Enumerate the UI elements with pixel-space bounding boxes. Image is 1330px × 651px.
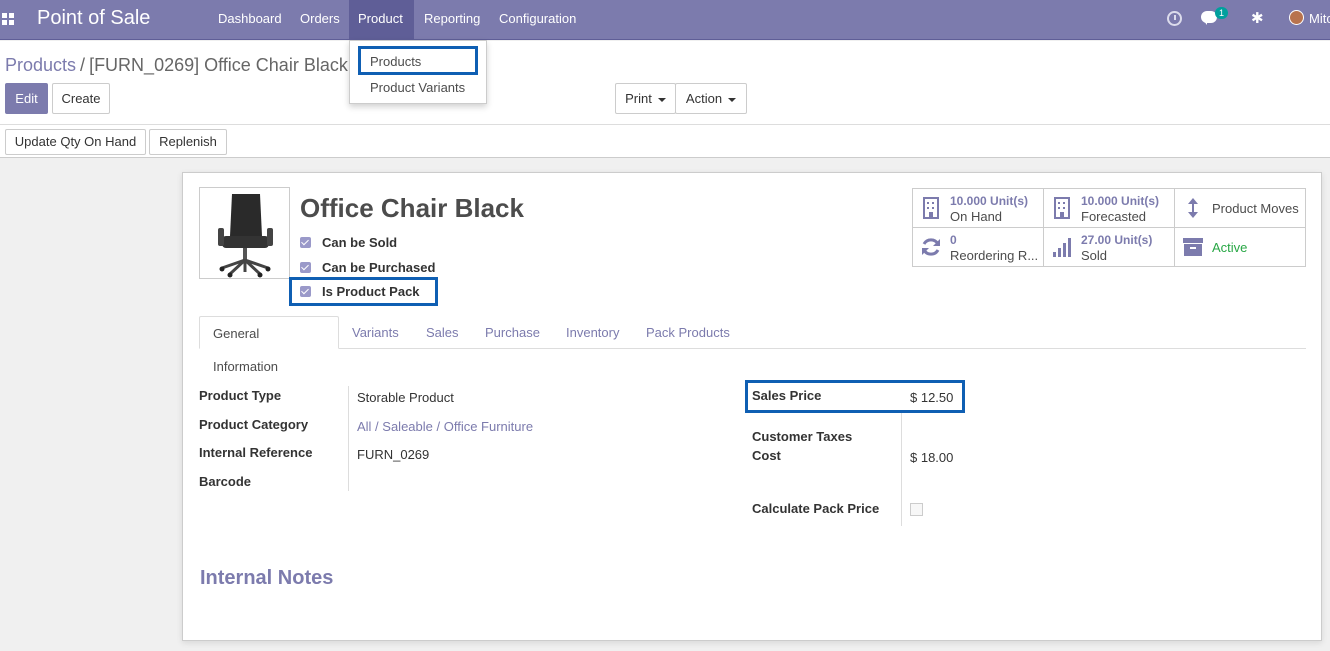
smart-buttons: 10.000 Unit(s) On Hand 10.000 Unit(s) Fo… (912, 188, 1306, 267)
app-title[interactable]: Point of Sale (37, 7, 150, 30)
breadcrumb-products-link[interactable]: Products (5, 55, 76, 75)
sold-button[interactable]: 27.00 Unit(s) Sold (1044, 228, 1175, 267)
can-be-sold-checkbox[interactable]: Can be Sold (300, 235, 397, 250)
tab-variants[interactable]: Variants (339, 316, 412, 349)
checkbox-checked-icon (300, 262, 311, 274)
calculate-pack-price-checkbox[interactable] (910, 503, 923, 516)
highlight-box (745, 380, 965, 413)
tab-purchase[interactable]: Purchase (472, 316, 553, 349)
menu-configuration[interactable]: Configuration (490, 0, 585, 40)
sold-label: Sold (1081, 248, 1108, 263)
caret-down-icon (728, 97, 737, 102)
tab-inventory[interactable]: Inventory (553, 316, 632, 349)
menu-dashboard[interactable]: Dashboard (209, 0, 291, 40)
product-type-label: Product Type (199, 388, 282, 403)
forecasted-label: Forecasted (1081, 209, 1147, 224)
breadcrumb-separator: / (80, 55, 86, 75)
user-avatar[interactable] (1289, 10, 1304, 25)
product-type-value[interactable]: Storable Product (357, 390, 454, 405)
on-hand-value: 10.000 Unit(s) (950, 194, 1029, 208)
refresh-icon (922, 238, 940, 256)
notebook-tabs: General Information Variants Sales Purch… (199, 316, 1306, 374)
print-button[interactable]: Print (615, 83, 676, 114)
tab-sales[interactable]: Sales (413, 316, 472, 349)
internal-reference-value[interactable]: FURN_0269 (357, 447, 429, 462)
product-category-link[interactable]: All / Saleable / Office Furniture (357, 419, 533, 434)
building-icon (1054, 197, 1070, 219)
field-divider (901, 413, 902, 526)
office-chair-image (218, 194, 273, 278)
forecasted-button[interactable]: 10.000 Unit(s) Forecasted (1044, 189, 1175, 228)
form-sheet: Office Chair Black Can be Sold Can be Pu… (182, 172, 1322, 641)
product-name: Office Chair Black (300, 193, 524, 223)
product-moves-label: Product Moves (1212, 201, 1299, 216)
control-panel: Products / [FURN_0269] Office Chair Black … (0, 41, 1330, 158)
cost-label: Cost (752, 448, 781, 463)
can-be-purchased-label: Can be Purchased (322, 260, 436, 275)
sold-value: 27.00 Unit(s) (1081, 233, 1153, 247)
product-moves-button[interactable]: Product Moves (1175, 189, 1306, 228)
action-label: Action (685, 91, 723, 106)
debug-bug-icon[interactable]: ✱ (1251, 9, 1264, 27)
messaging-badge: 1 (1215, 7, 1229, 19)
product-category-label: Product Category (199, 417, 309, 432)
internal-notes-heading: Internal Notes (200, 567, 334, 589)
arrows-vertical-icon (1188, 198, 1198, 218)
can-be-sold-label: Can be Sold (322, 235, 398, 250)
user-name[interactable]: Mitc (1309, 11, 1330, 26)
edit-button[interactable]: Edit (5, 83, 48, 114)
print-label: Print (625, 91, 652, 106)
internal-reference-label: Internal Reference (199, 445, 313, 460)
tab-general-information[interactable]: General Information (199, 316, 339, 374)
menu-orders[interactable]: Orders (291, 0, 349, 40)
action-button[interactable]: Action (675, 83, 747, 114)
top-navbar: Point of Sale Dashboard Orders Product R… (0, 0, 1330, 40)
forecasted-value: 10.000 Unit(s) (1081, 194, 1160, 208)
product-dropdown-menu: Products Product Variants (349, 40, 487, 104)
reordering-label: Reordering R... (950, 248, 1039, 263)
reordering-rules-button[interactable]: 0 Reordering R... (913, 228, 1044, 267)
replenish-button[interactable]: Replenish (149, 129, 227, 155)
active-toggle-button[interactable]: Active (1175, 228, 1306, 267)
customer-taxes-label: Customer Taxes (752, 429, 853, 444)
highlight-box (358, 46, 478, 75)
breadcrumb-current: [FURN_0269] Office Chair Black (89, 55, 348, 75)
bar-chart-icon (1053, 238, 1071, 257)
reordering-value: 0 (950, 233, 957, 247)
archive-icon (1183, 238, 1203, 256)
caret-down-icon (657, 97, 666, 102)
active-label: Active (1212, 240, 1248, 255)
barcode-label: Barcode (199, 474, 252, 489)
highlight-box (289, 277, 438, 306)
create-button[interactable]: Create (52, 83, 110, 114)
on-hand-button[interactable]: 10.000 Unit(s) On Hand (913, 189, 1044, 228)
divider (0, 124, 1330, 125)
cost-value[interactable]: $ 18.00 (910, 450, 953, 465)
menu-product[interactable]: Product (349, 0, 414, 40)
menu-reporting[interactable]: Reporting (415, 0, 489, 40)
apps-menu-icon[interactable] (2, 13, 14, 25)
on-hand-label: On Hand (950, 209, 1003, 224)
field-divider (348, 386, 349, 491)
calculate-pack-price-label: Calculate Pack Price (752, 501, 880, 516)
product-image[interactable] (199, 187, 290, 279)
activity-clock-icon[interactable] (1167, 11, 1182, 26)
breadcrumb: Products / [FURN_0269] Office Chair Black (5, 55, 348, 76)
dropdown-item-product-variants[interactable]: Product Variants (370, 80, 465, 95)
update-qty-on-hand-button[interactable]: Update Qty On Hand (5, 129, 146, 155)
tab-pack-products[interactable]: Pack Products (633, 316, 743, 349)
checkbox-checked-icon (300, 237, 311, 249)
building-icon (923, 197, 939, 219)
can-be-purchased-checkbox[interactable]: Can be Purchased (300, 260, 435, 275)
